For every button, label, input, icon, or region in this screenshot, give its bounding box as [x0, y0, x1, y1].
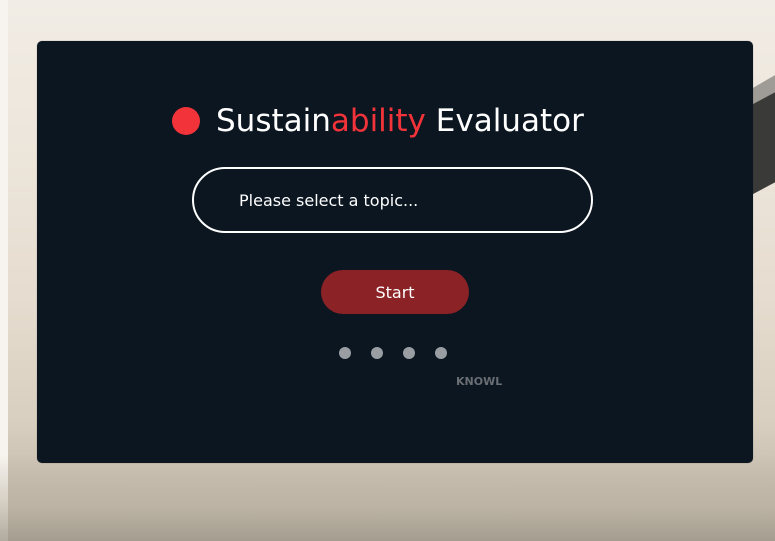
- app-title: Sustainability Evaluator: [172, 99, 584, 143]
- evaluator-panel: Sustainability Evaluator Start KNOWL: [37, 41, 753, 463]
- record-dot-icon: [172, 107, 200, 135]
- app-title-text: Sustainability Evaluator: [216, 103, 584, 139]
- progress-dot: [339, 347, 351, 359]
- progress-dot: [435, 347, 447, 359]
- progress-dot: [403, 347, 415, 359]
- ticker-text: KNOWL: [456, 375, 503, 388]
- title-prefix: Sustain: [216, 103, 331, 139]
- background-landscape: [0, 455, 775, 541]
- progress-dots: [339, 347, 447, 359]
- title-suffix: Evaluator: [425, 103, 584, 139]
- start-button[interactable]: Start: [321, 270, 469, 314]
- progress-dot: [371, 347, 383, 359]
- topic-select-input[interactable]: [192, 167, 593, 233]
- title-accent: ability: [330, 103, 426, 139]
